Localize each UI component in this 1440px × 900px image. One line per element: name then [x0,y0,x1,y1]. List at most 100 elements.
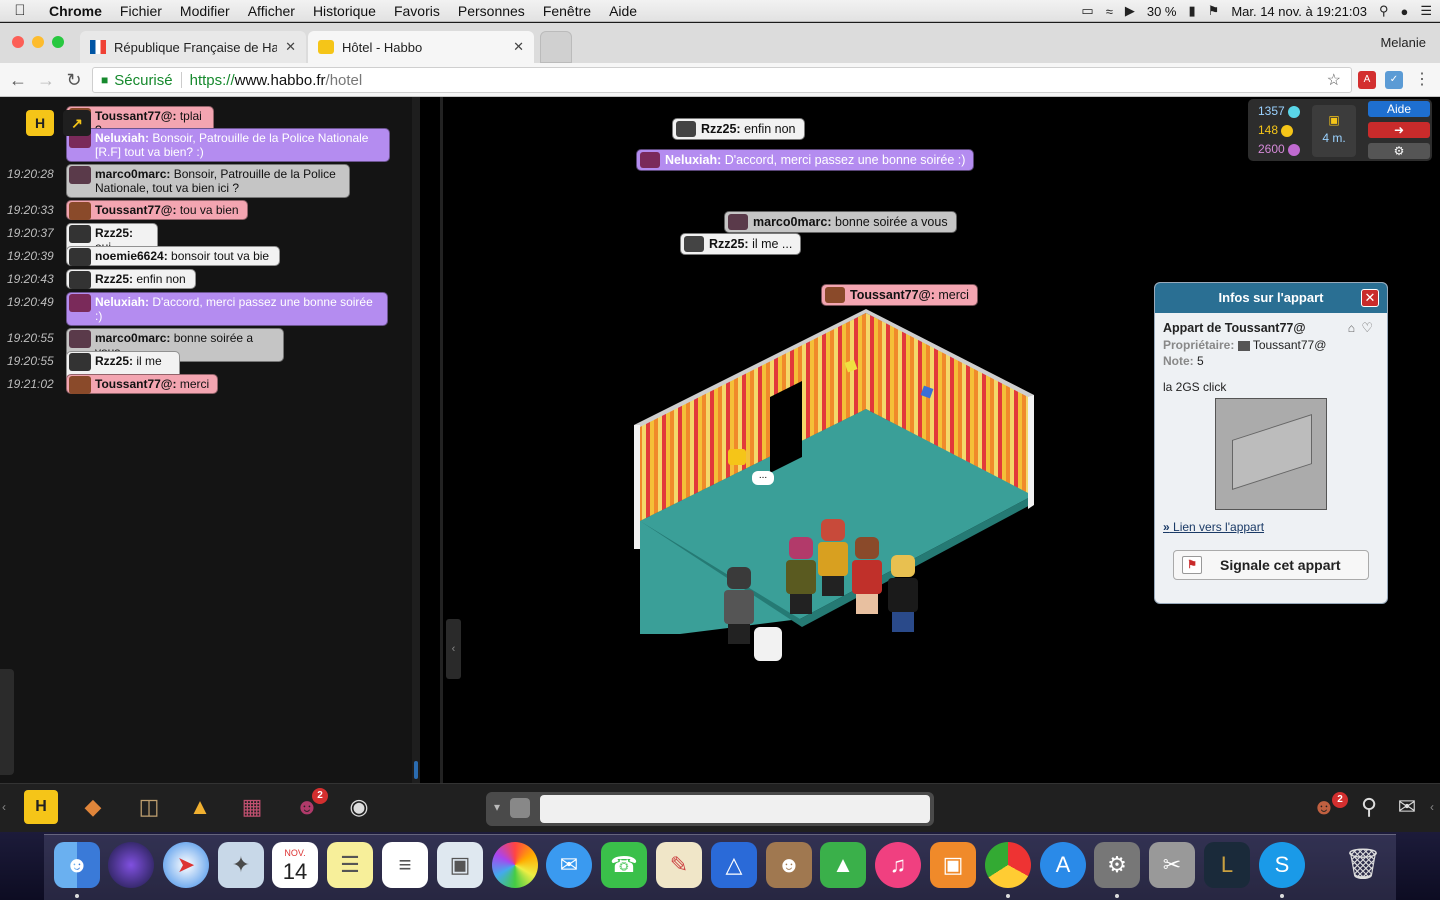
keynote-icon[interactable]: △ [711,842,757,888]
zoom-window-button[interactable] [52,36,64,48]
menu-fichier[interactable]: Fichier [111,3,171,19]
apple-menu-icon[interactable]:  [0,2,40,19]
facetime-icon[interactable]: ☎ [601,842,647,888]
forward-arrow-icon[interactable]: → [34,68,58,92]
chat-username[interactable]: Rzz25: [95,272,133,286]
avatar-flame-effect[interactable] [818,519,848,596]
shop-cart-icon[interactable]: ◫ [132,790,166,824]
credits-counter[interactable]: 148 [1258,123,1294,137]
tab-hotel-habbo[interactable]: Hôtel - Habbo ✕ [308,31,534,63]
chat-scroll-thumb[interactable] [414,761,418,779]
close-window-button[interactable] [12,36,24,48]
pages-icon[interactable]: ✎ [656,842,702,888]
toilet-furniture[interactable] [754,627,782,661]
ibooks-icon[interactable]: ▣ [930,842,976,888]
friend-search-icon[interactable]: ⚲ [1352,790,1386,824]
builder-hardhat-icon[interactable]: ▲ [183,790,217,824]
chat-username[interactable]: noemie6624: [95,249,168,263]
screen-mirror-icon[interactable]: ▭ [1081,3,1093,19]
collapse-left-icon[interactable]: ‹ [2,800,6,814]
room-link[interactable]: » Lien vers l'appart [1163,520,1379,534]
shield-extension-icon[interactable]: ✓ [1385,71,1403,89]
photos-icon[interactable] [492,842,538,888]
chat-style-dropdown-icon[interactable]: ▾ [494,800,500,814]
collapse-right-icon[interactable]: ‹ [1430,800,1434,814]
siri-app-icon[interactable] [108,842,154,888]
chat-bubble[interactable]: Toussant77@: tou va bien [66,200,248,220]
notification-center-icon[interactable]: ☰ [1420,3,1432,19]
isometric-room[interactable]: ... [630,309,1040,661]
help-button[interactable]: Aide [1368,101,1430,117]
side-panel-handle[interactable] [0,669,14,775]
duckets-counter[interactable]: 2600 [1258,142,1300,156]
chat-username[interactable]: Neluxiah: [95,295,149,309]
chat-username[interactable]: Toussant77@: [95,109,177,123]
safari-icon[interactable]: ➤ [163,842,209,888]
back-arrow-icon[interactable]: ← [6,68,30,92]
battery-icon[interactable]: ▮ [1189,3,1196,19]
chrome-menu-icon[interactable]: ⋮ [1410,68,1434,92]
chat-bubble[interactable]: Neluxiah: Bonsoir, Patrouille de la Poli… [66,128,390,162]
reload-icon[interactable]: ↻ [62,68,86,92]
screenshot-icon[interactable]: ✂ [1149,842,1195,888]
avatar-toussant[interactable] [852,537,882,614]
chat-username[interactable]: Toussant77@: [95,203,177,217]
itunes-icon[interactable]: ♫ [875,842,921,888]
launchpad-rocket-icon[interactable]: ✦ [218,842,264,888]
app-store-icon[interactable]: A [1040,842,1086,888]
avatar-neluxiah[interactable] [786,537,816,614]
chat-username[interactable]: Rzz25: [95,226,133,240]
new-tab-button[interactable] [540,31,572,63]
chat-input[interactable] [540,795,930,823]
siri-icon[interactable]: ● [1400,4,1408,19]
settings-gear-icon[interactable]: ⚙ [1368,143,1430,159]
minimize-window-button[interactable] [32,36,44,48]
spotlight-search-icon[interactable]: ⚲ [1379,3,1389,19]
menu-historique[interactable]: Historique [304,3,385,19]
messenger-icon[interactable]: ✉ [1390,790,1424,824]
finder-icon[interactable]: ☻ [54,842,100,888]
reminders-icon[interactable]: ≡ [382,842,428,888]
messages-icon[interactable]: ✉ [546,842,592,888]
report-room-button[interactable]: ⚑ Signale cet appart [1173,550,1369,580]
chat-username[interactable]: Toussant77@: [95,377,177,391]
menu-modifier[interactable]: Modifier [171,3,239,19]
profile-name[interactable]: Melanie [1380,35,1426,50]
trash-icon[interactable]: 🗑 [1340,842,1386,888]
wifi-icon[interactable]: ≈ [1106,4,1113,19]
room-info-title[interactable]: Infos sur l'appart [1155,283,1387,313]
numbers-icon[interactable]: ▲ [820,842,866,888]
diamonds-counter[interactable]: 1357 [1258,104,1300,118]
collapse-chat-handle[interactable]: ‹ [446,619,461,679]
calendar-icon[interactable]: NOV. 14 [272,842,318,888]
airplay-icon[interactable]: ▶ [1125,3,1135,19]
hc-membership-button[interactable]: ▣ 4 m. [1312,105,1356,157]
clock[interactable]: Mar. 14 nov. à 19:21:03 [1231,4,1367,19]
rooms-navigator-icon[interactable]: ◆ [76,790,110,824]
chat-username[interactable]: Neluxiah: [95,131,149,145]
notes-icon[interactable]: ☰ [327,842,373,888]
chat-username[interactable]: marco0marc: [95,331,170,345]
skype-icon[interactable]: S [1259,842,1305,888]
menu-favoris[interactable]: Favoris [385,3,449,19]
tab-republique-francaise[interactable]: République Française de Habb ✕ [80,31,306,63]
league-of-legends-icon[interactable]: L [1204,842,1250,888]
input-source-flag-icon[interactable]: ⚑ [1208,3,1220,19]
chat-bubble[interactable]: Neluxiah: D'accord, merci passez une bon… [66,292,388,326]
owner-name[interactable]: Toussant77@ [1253,338,1327,352]
chat-bubble-style-icon[interactable] [510,798,530,818]
system-preferences-icon[interactable]: ⚙ [1094,842,1140,888]
favorite-heart-icon[interactable]: ♡ [1361,320,1373,336]
menu-fenetre[interactable]: Fenêtre [534,3,600,19]
menu-aide[interactable]: Aide [600,3,646,19]
adblock-extension-icon[interactable]: A [1358,71,1376,89]
menu-app-chrome[interactable]: Chrome [40,3,111,19]
chat-scrollbar[interactable] [412,97,420,783]
chat-bubble[interactable]: Toussant77@: merci [66,374,218,394]
chat-username[interactable]: marco0marc: [95,167,170,181]
close-icon[interactable]: ✕ [1361,289,1379,307]
avatar-blonde[interactable] [888,555,918,632]
habbo-home-icon[interactable]: H [26,110,54,136]
camera-icon[interactable]: ◉ [342,790,376,824]
home-room-icon[interactable]: ⌂ [1348,321,1355,335]
